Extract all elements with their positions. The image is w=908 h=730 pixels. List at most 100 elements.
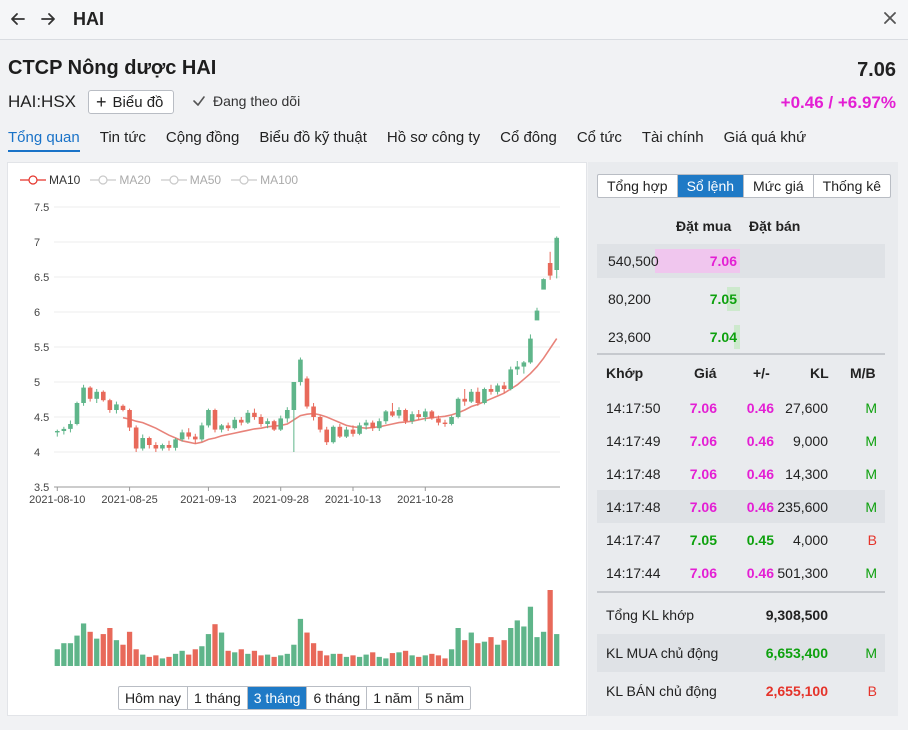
volume-bar [370,652,376,666]
candle [383,410,389,424]
order-book-row[interactable]: 80,200 7.05 [597,282,885,316]
order-price: 7.06 [709,253,737,269]
candle [462,389,468,406]
tab-5[interactable]: Cổ đông [500,129,557,152]
tab-6[interactable]: Cổ tức [577,129,622,152]
candle [245,410,251,424]
volume-bar [534,637,540,666]
volume-bar [540,631,547,666]
volume-bar [291,644,297,666]
volume-bar [245,653,251,666]
tab-2[interactable]: Cộng đồng [166,129,239,152]
candle [120,404,126,412]
order-volume: 540,500 [608,253,659,269]
candle [140,434,146,451]
order-book-row[interactable]: 540,500 7.06 [597,244,885,278]
trade-row[interactable]: 14:17:50 7.06 0.46 27,600 M [597,391,885,424]
summary-value: 9,308,500 [765,607,828,623]
volume-bar [278,655,284,666]
trades-header-change: +/- [753,365,770,381]
tab-8[interactable]: Giá quá khứ [724,129,807,152]
trade-row[interactable]: 14:17:47 7.05 0.45 4,000 B [597,523,885,556]
candle [357,422,362,436]
summary-row: KL MUA chủ động 6,653,400 M [597,634,885,672]
candle [94,389,100,403]
volume-bar [402,650,409,666]
trade-row[interactable]: 14:17:49 7.06 0.46 9,000 M [597,424,885,457]
tab-1[interactable]: Tin tức [100,129,146,152]
tab-0[interactable]: Tổng quan [8,129,80,152]
close-icon[interactable] [882,10,898,26]
candle [508,366,514,391]
ticker-symbol: HAI:HSX [8,92,77,111]
tab-3[interactable]: Biểu đồ kỹ thuật [259,129,367,152]
y-tick-label: 4.5 [34,412,49,424]
volume-bar [172,653,179,666]
current-price: 7.06 [857,59,896,81]
chart-button[interactable]: + Biểu đồ [88,90,174,114]
window-title: HAI [73,9,104,29]
range-button-3[interactable]: 6 tháng [307,687,368,709]
tab-7[interactable]: Tài chính [642,129,704,152]
candle [330,425,336,444]
order-book-sell-header: Đặt bán [749,218,801,234]
trade-row[interactable]: 14:17:48 7.06 0.46 235,600 M [597,490,885,523]
candle [298,357,303,386]
range-button-1[interactable]: 1 tháng [188,687,248,709]
trading-tab-0[interactable]: Tổng hợp [598,175,678,197]
candle [114,401,119,414]
candle [100,390,106,402]
trading-tab-2[interactable]: Mức giá [744,175,814,197]
company-name: CTCP Nông dược HAI [8,57,217,79]
price-change: +0.46 / +6.97% [780,93,896,112]
candle [54,429,60,437]
volume-bar [350,655,356,666]
volume-bar [310,643,317,666]
candle [68,420,73,433]
trade-price: 7.06 [689,433,717,449]
candle [324,426,330,445]
candle [376,418,382,431]
trade-change: 0.46 [746,499,774,515]
trading-tabs: Tổng hợp Sổ lệnh Mức giá Thống kê [597,174,892,198]
trade-time: 14:17:47 [606,532,661,548]
candle [252,408,257,420]
candlestick-chart[interactable]: 7.5 7 6.5 6 5.5 5 4.5 4 3.52021-08-10 2021-08-25 2… [8,163,586,683]
back-arrow-icon[interactable] [7,8,29,30]
summary-label: Tổng KL khớp [606,607,695,623]
range-button-5[interactable]: 5 năm [419,687,470,709]
volume-bar [133,649,139,666]
x-tick-label: 2021-10-13 [325,494,381,506]
order-book-row[interactable]: 23,600 7.04 [597,320,885,354]
candle [219,424,224,433]
forward-arrow-icon[interactable] [37,8,59,30]
trade-volume: 501,300 [777,565,828,581]
volume-bar [304,632,310,666]
range-button-2[interactable]: 3 tháng [247,687,308,709]
volume-bar [225,650,231,666]
tab-4[interactable]: Hồ sơ công ty [387,129,480,152]
candle [514,361,520,375]
order-volume: 23,600 [608,329,651,345]
trade-row[interactable]: 14:17:44 7.06 0.46 501,300 M [597,556,885,589]
candle [482,387,487,405]
candle [547,251,553,280]
candle [146,436,152,449]
candle [442,419,448,427]
range-button-0[interactable]: Hôm nay [119,687,189,709]
follow-toggle[interactable]: Đang theo dõi [192,93,300,109]
range-button-4[interactable]: 1 năm [367,687,420,709]
window-titlebar: HAI [0,0,908,40]
y-tick-label: 5 [34,377,40,389]
volume-bar [297,618,304,666]
volume-bar [146,656,152,666]
trading-panel: Tổng hợp Sổ lệnh Mức giá Thống kê Đặt mua Đ… [588,162,898,716]
trade-row[interactable]: 14:17:48 7.06 0.46 14,300 M [597,457,885,490]
trading-tab-1[interactable]: Sổ lệnh [677,175,745,197]
candle [311,403,316,421]
volume-bar [166,656,172,666]
trading-tab-3[interactable]: Thống kê [814,175,890,197]
volume-bar [527,606,534,666]
x-tick-label: 2021-08-25 [101,494,157,506]
trade-volume: 4,000 [792,532,828,548]
